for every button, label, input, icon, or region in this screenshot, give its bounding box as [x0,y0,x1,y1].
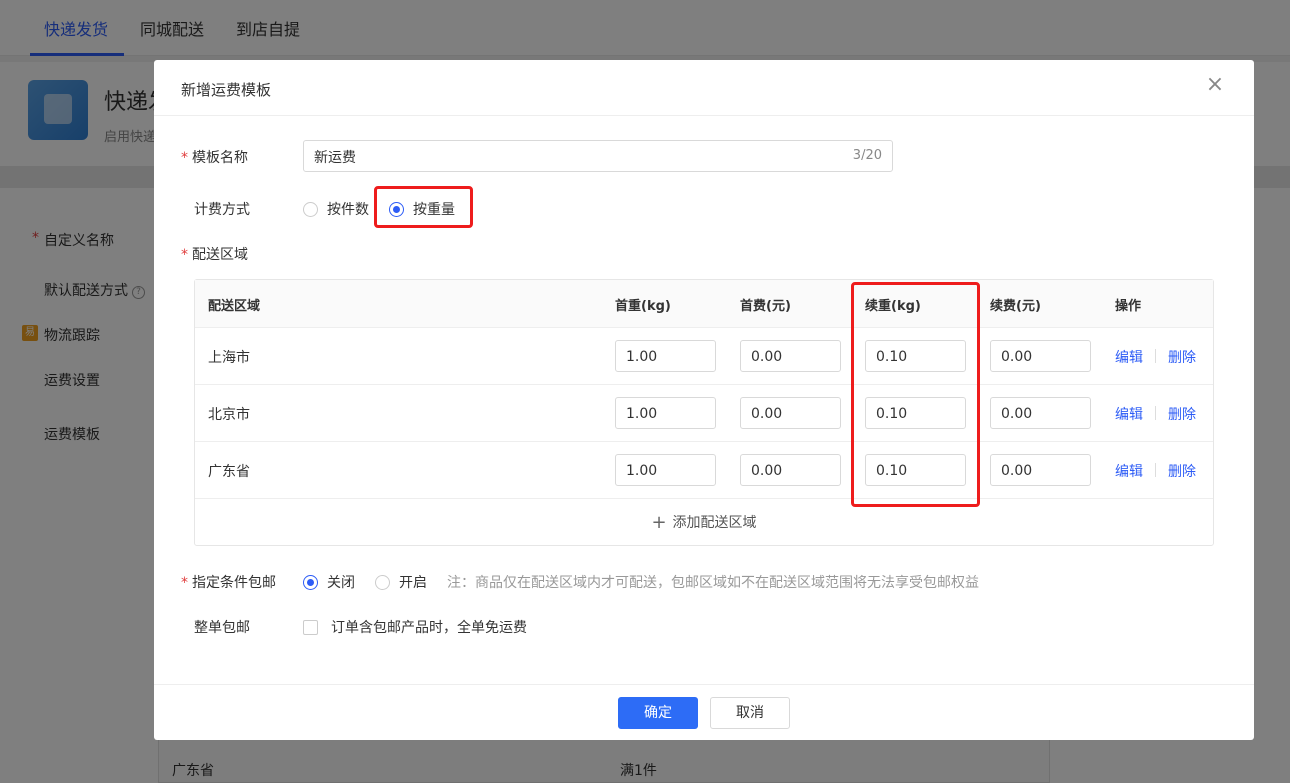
first-weight-field[interactable] [615,397,716,429]
first-weight-input[interactable] [626,405,706,423]
billing-method-label: 计费方式 [194,202,250,218]
template-name-input[interactable] [314,147,814,167]
extra-fee-field[interactable] [990,340,1091,372]
radio-icon [375,574,390,590]
row-region: 上海市 [208,350,250,366]
confirm-button[interactable]: 确定 [618,697,698,729]
row-region: 北京市 [208,407,250,423]
modal-title: 新增运费模板 [181,81,272,99]
free-shipping-off-radio[interactable]: 关闭 [303,572,355,592]
order-free-checkbox-label: 订单含包邮产品时，全单免运费 [331,620,527,636]
extra-weight-input[interactable] [876,405,956,423]
divider [1155,349,1156,363]
first-weight-field[interactable] [615,454,716,486]
first-fee-input[interactable] [751,405,831,423]
billing-by-count-radio[interactable]: 按件数 [303,199,369,219]
billing-by-weight-radio[interactable]: 按重量 [389,199,455,219]
delete-link[interactable]: 删除 [1168,347,1196,367]
free-shipping-note: 注：商品仅在配送区域内才可配送，包邮区域如不在配送区域范围将无法享受包邮权益 [447,575,979,591]
extra-fee-input[interactable] [1001,348,1081,366]
table-row: 北京市 编辑 删除 [195,385,1213,442]
first-weight-field[interactable] [615,340,716,372]
add-region-button[interactable]: + 添加配送区域 [195,499,1213,545]
first-fee-field[interactable] [740,340,841,372]
order-free-label: 整单包邮 [194,620,250,636]
extra-fee-input[interactable] [1001,462,1081,480]
modal-header: 新增运费模板 × [154,60,1254,116]
extra-fee-field[interactable] [990,397,1091,429]
first-weight-input[interactable] [626,348,706,366]
first-fee-field[interactable] [740,397,841,429]
free-shipping-off-label: 关闭 [327,575,355,591]
template-name-label: * 模板名称 [181,150,248,166]
plus-icon: + [651,511,667,533]
first-fee-field[interactable] [740,454,841,486]
delete-link[interactable]: 删除 [1168,404,1196,424]
divider [1155,463,1156,477]
extra-weight-input[interactable] [876,462,956,480]
first-fee-input[interactable] [751,348,831,366]
edit-link[interactable]: 编辑 [1115,404,1143,424]
first-weight-input[interactable] [626,462,706,480]
add-region-label: 添加配送区域 [672,515,757,531]
free-shipping-label-text: 指定条件包邮 [192,575,276,591]
header-extra-fee: 续费(元) [990,299,1041,314]
billing-by-weight-label: 按重量 [413,202,455,218]
header-region: 配送区域 [208,299,261,314]
free-shipping-on-radio[interactable]: 开启 [375,572,427,592]
header-extra-weight: 续重(kg) [865,299,921,314]
extra-weight-field[interactable] [865,340,966,372]
template-name-field[interactable]: 3/20 [303,140,893,172]
checkbox-icon [303,619,318,635]
add-freight-template-modal: 新增运费模板 × *模板名称 3/20 计费方式 按件数 按重量 *配送区域 配… [154,60,1254,740]
extra-fee-field[interactable] [990,454,1091,486]
extra-fee-input[interactable] [1001,405,1081,423]
billing-by-count-label: 按件数 [327,202,369,218]
radio-icon [303,201,318,217]
edit-link[interactable]: 编辑 [1115,461,1143,481]
radio-checked-icon [389,201,404,217]
cancel-button[interactable]: 取消 [710,697,790,729]
extra-weight-field[interactable] [865,397,966,429]
extra-weight-input[interactable] [876,348,956,366]
template-name-label-text: 模板名称 [192,150,248,166]
header-first-weight: 首重(kg) [615,299,671,314]
table-row: 上海市 编辑 删除 [195,328,1213,385]
edit-link[interactable]: 编辑 [1115,347,1143,367]
row-region: 广东省 [208,464,250,480]
table-header: 配送区域 首重(kg) 首费(元) 续重(kg) 续费(元) 操作 [195,280,1213,328]
header-first-fee: 首费(元) [740,299,791,314]
delivery-region-label-text: 配送区域 [192,247,248,263]
char-count: 3/20 [852,148,882,163]
free-shipping-on-label: 开启 [399,575,427,591]
radio-checked-icon [303,574,318,590]
delete-link[interactable]: 删除 [1168,461,1196,481]
close-icon[interactable]: × [1204,74,1226,96]
table-row: 广东省 编辑 删除 [195,442,1213,499]
divider [1155,406,1156,420]
header-actions: 操作 [1115,299,1142,314]
extra-weight-field[interactable] [865,454,966,486]
first-fee-input[interactable] [751,462,831,480]
modal-footer: 确定 取消 [154,684,1254,740]
region-table: 配送区域 首重(kg) 首费(元) 续重(kg) 续费(元) 操作 上海市 编辑… [194,279,1214,546]
free-shipping-label: * 指定条件包邮 [181,575,276,591]
order-free-checkbox[interactable]: 订单含包邮产品时，全单免运费 [303,617,527,637]
delivery-region-label: * 配送区域 [181,247,248,263]
